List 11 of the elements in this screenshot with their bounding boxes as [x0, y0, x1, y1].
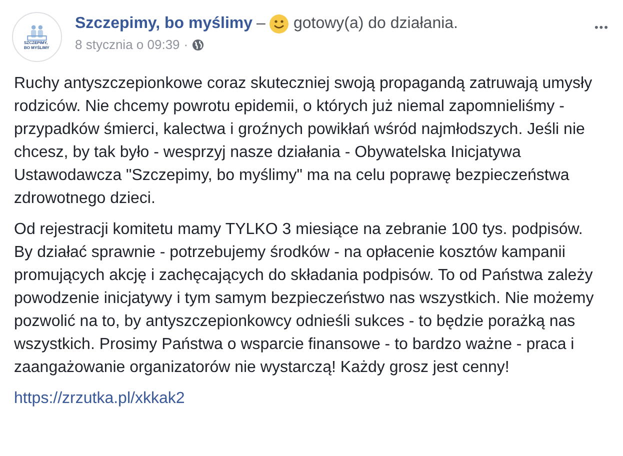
post-paragraph: Ruchy antyszczepionkowe coraz skuteczniej swoją propagandą zatruwają umysły rodziców. Nie chcemy powrotu epidemii, o których już niemal zapomnieliśmy - przypadków śmierci, kalectwa i groźnych powikłań wśród najmłodszych. Jeśli nie chcesz, by tak było - wesprzyj nasze działania - Obywatelska Inicjatywa Ustawodawcza "Szczepimy, bo myślimy" ma na celu poprawę bezpieczeństwa zdrowotnego dzieci. [14, 74, 594, 209]
page-name-link[interactable]: Szczepimy, bo myślimy [75, 15, 253, 33]
family-icon [24, 24, 50, 42]
globe-icon [192, 38, 204, 50]
smiley-icon [269, 14, 290, 34]
fundraiser-link[interactable]: https://zrzutka.pl/xkkak2 [14, 387, 609, 410]
more-options-button[interactable]: ••• [592, 18, 611, 38]
separator: – [256, 15, 266, 33]
feeling-text: gotowy(a) do działania. [293, 15, 458, 33]
separator-dot: · [184, 37, 188, 52]
post-paragraph: Od rejestracji komitetu mamy TYLKO 3 miesiące na zebranie 100 tys. podpisów. By działać sprawnie - potrzebujemy środków - na opłacenie kosztów kampanii promujących akcję i zachęcających do składania podpisów. To od Państwa zależy powodzenie inicjatywy i tym samym bezpieczeństwo nas wszystkich. Nie możemy pozwolić na to, by antyszczepionkowcy odnieśli sukces - to będzie porażką nas wszystkich. Prosimy Państwa o wsparcie finansowe - to bardzo ważne - praca i zaangażowanie organizatorów nie wystarczą! Każdy grosz jest cenny! [14, 220, 595, 378]
